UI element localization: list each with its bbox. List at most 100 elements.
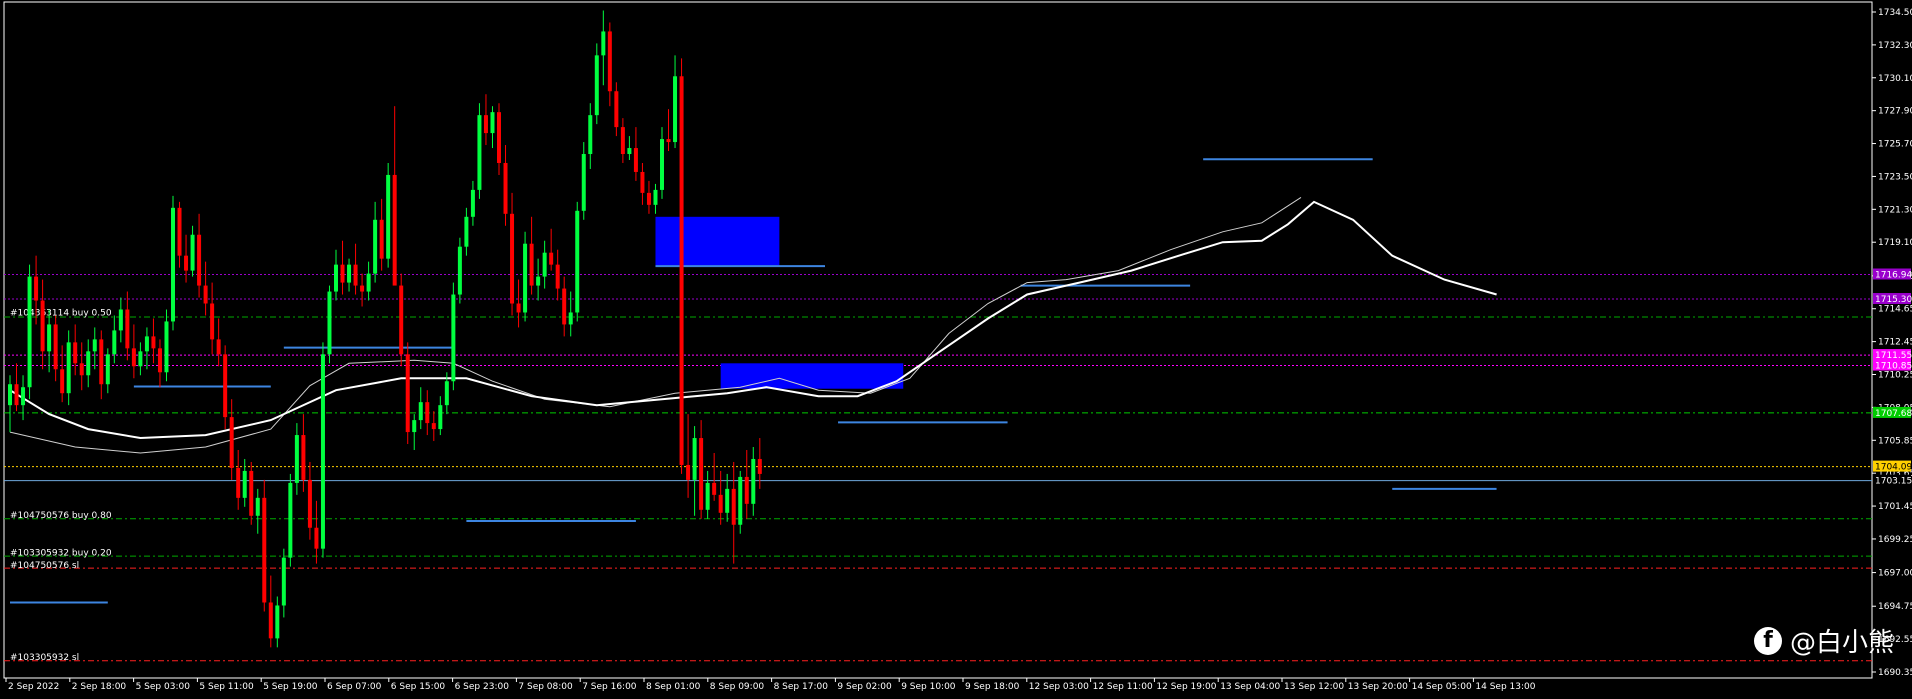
price-tick-label: 1705.85 bbox=[1878, 436, 1912, 446]
candle-bearish bbox=[223, 354, 228, 418]
candle-bullish bbox=[164, 321, 169, 373]
candle-bullish bbox=[327, 291, 332, 355]
candle-bearish bbox=[184, 255, 189, 271]
candle-bearish bbox=[314, 527, 319, 549]
candle-bullish bbox=[601, 31, 606, 56]
candle-bearish bbox=[503, 162, 508, 214]
candle-bearish bbox=[34, 276, 39, 301]
time-label: 12 Sep 19:00 bbox=[1156, 682, 1216, 692]
candle-bearish bbox=[236, 467, 241, 498]
candle-bearish bbox=[353, 264, 358, 286]
time-label: 8 Sep 17:00 bbox=[774, 682, 829, 692]
candle-bearish bbox=[60, 369, 65, 394]
price-tick-label: 1710.25 bbox=[1878, 371, 1912, 381]
order-label: #104363114 buy 0.50 bbox=[10, 308, 112, 318]
candle-bearish bbox=[210, 303, 215, 340]
candle-bearish bbox=[249, 470, 254, 516]
candle-bearish bbox=[646, 192, 651, 205]
candle-bullish bbox=[288, 482, 293, 558]
price-level-tag-text: 1707.68 bbox=[1875, 409, 1912, 419]
time-label: 13 Sep 12:00 bbox=[1284, 682, 1344, 692]
candle-bearish bbox=[392, 174, 397, 286]
candle-bearish bbox=[216, 339, 221, 355]
candle-bullish bbox=[568, 312, 573, 325]
price-tick-label: 1732.30 bbox=[1878, 41, 1912, 51]
order-label: #103305932 buy 0.20 bbox=[10, 548, 112, 558]
time-label: 7 Sep 08:00 bbox=[518, 682, 573, 692]
candle-bearish bbox=[53, 324, 58, 370]
price-tick-label: 1734.50 bbox=[1878, 8, 1912, 18]
candle-bullish bbox=[8, 384, 12, 406]
candle-bullish bbox=[294, 435, 299, 483]
price-level-tag-text: 1716.94 bbox=[1875, 271, 1912, 281]
price-tick-label: 1719.10 bbox=[1878, 238, 1912, 248]
price-tick-label: 1727.90 bbox=[1878, 107, 1912, 117]
candle-bullish bbox=[373, 219, 378, 274]
candle-bearish bbox=[555, 264, 560, 289]
time-label: 9 Sep 02:00 bbox=[837, 682, 892, 692]
candle-bullish bbox=[66, 342, 71, 394]
candle-bullish bbox=[138, 351, 143, 367]
candle-bullish bbox=[705, 482, 710, 510]
candle-bearish bbox=[516, 303, 521, 313]
price-level-tag-text: 1715.30 bbox=[1875, 295, 1912, 305]
candle-bullish bbox=[470, 189, 475, 217]
candle-bullish bbox=[738, 476, 743, 525]
candle-bearish bbox=[405, 354, 410, 433]
candle-bearish bbox=[79, 363, 84, 376]
candle-bullish bbox=[438, 405, 443, 430]
candle-bearish bbox=[301, 435, 306, 480]
facebook-icon: f bbox=[1753, 626, 1782, 655]
candle-bearish bbox=[431, 423, 436, 430]
candle-bearish bbox=[197, 234, 202, 286]
candle-bearish bbox=[151, 336, 156, 349]
candle-bearish bbox=[633, 148, 638, 172]
time-label: 9 Sep 10:00 bbox=[901, 682, 956, 692]
time-label: 5 Sep 19:00 bbox=[263, 682, 318, 692]
candle-bearish bbox=[483, 115, 488, 134]
candle-bullish bbox=[725, 488, 730, 513]
price-tick-label: 1690.35 bbox=[1878, 668, 1912, 678]
candle-bullish bbox=[588, 115, 593, 155]
candle-bearish bbox=[340, 264, 345, 283]
candle-bullish bbox=[144, 336, 149, 352]
candle-bullish bbox=[653, 189, 658, 205]
order-label: #104750576 sl bbox=[10, 561, 79, 571]
price-tick-label: 1730.10 bbox=[1878, 74, 1912, 84]
candle-bearish bbox=[718, 494, 723, 513]
candle-bullish bbox=[171, 207, 175, 322]
time-label: 6 Sep 07:00 bbox=[327, 682, 382, 692]
candle-bullish bbox=[457, 246, 462, 295]
candle-bearish bbox=[262, 497, 267, 603]
candle-bearish bbox=[510, 213, 515, 304]
candle-bullish bbox=[627, 148, 632, 155]
candle-bullish bbox=[21, 387, 26, 406]
candle-bearish bbox=[360, 285, 365, 292]
candle-bearish bbox=[640, 171, 645, 193]
candle-bearish bbox=[177, 207, 182, 256]
candle-bearish bbox=[699, 438, 704, 510]
candle-bullish bbox=[542, 252, 547, 277]
price-tick-label: 1697.00 bbox=[1878, 569, 1912, 579]
order-label: #104750576 buy 0.80 bbox=[10, 511, 112, 521]
candle-bearish bbox=[99, 339, 104, 385]
candle-bearish bbox=[757, 458, 762, 474]
time-label: 8 Sep 01:00 bbox=[646, 682, 701, 692]
time-label: 2 Sep 2022 bbox=[8, 682, 59, 692]
candle-bullish bbox=[692, 438, 697, 480]
candle-bullish bbox=[418, 402, 423, 421]
candle-bullish bbox=[386, 174, 391, 259]
candle-bullish bbox=[451, 294, 456, 382]
time-label: 14 Sep 13:00 bbox=[1475, 682, 1535, 692]
candle-bearish bbox=[268, 602, 273, 639]
candle-bullish bbox=[105, 354, 110, 385]
price-chart[interactable]: 1734.50 1732.30 1730.10 1727.90 1725.70 1723.… bbox=[0, 0, 1912, 699]
candle-bearish bbox=[157, 348, 162, 373]
candle-bearish bbox=[712, 482, 717, 495]
candle-bullish bbox=[536, 276, 541, 286]
time-label: 7 Sep 16:00 bbox=[582, 682, 637, 692]
price-tick-label: 1701.45 bbox=[1878, 502, 1912, 512]
candle-bullish bbox=[575, 210, 580, 313]
time-label: 2 Sep 18:00 bbox=[72, 682, 127, 692]
time-label: 13 Sep 04:00 bbox=[1220, 682, 1280, 692]
